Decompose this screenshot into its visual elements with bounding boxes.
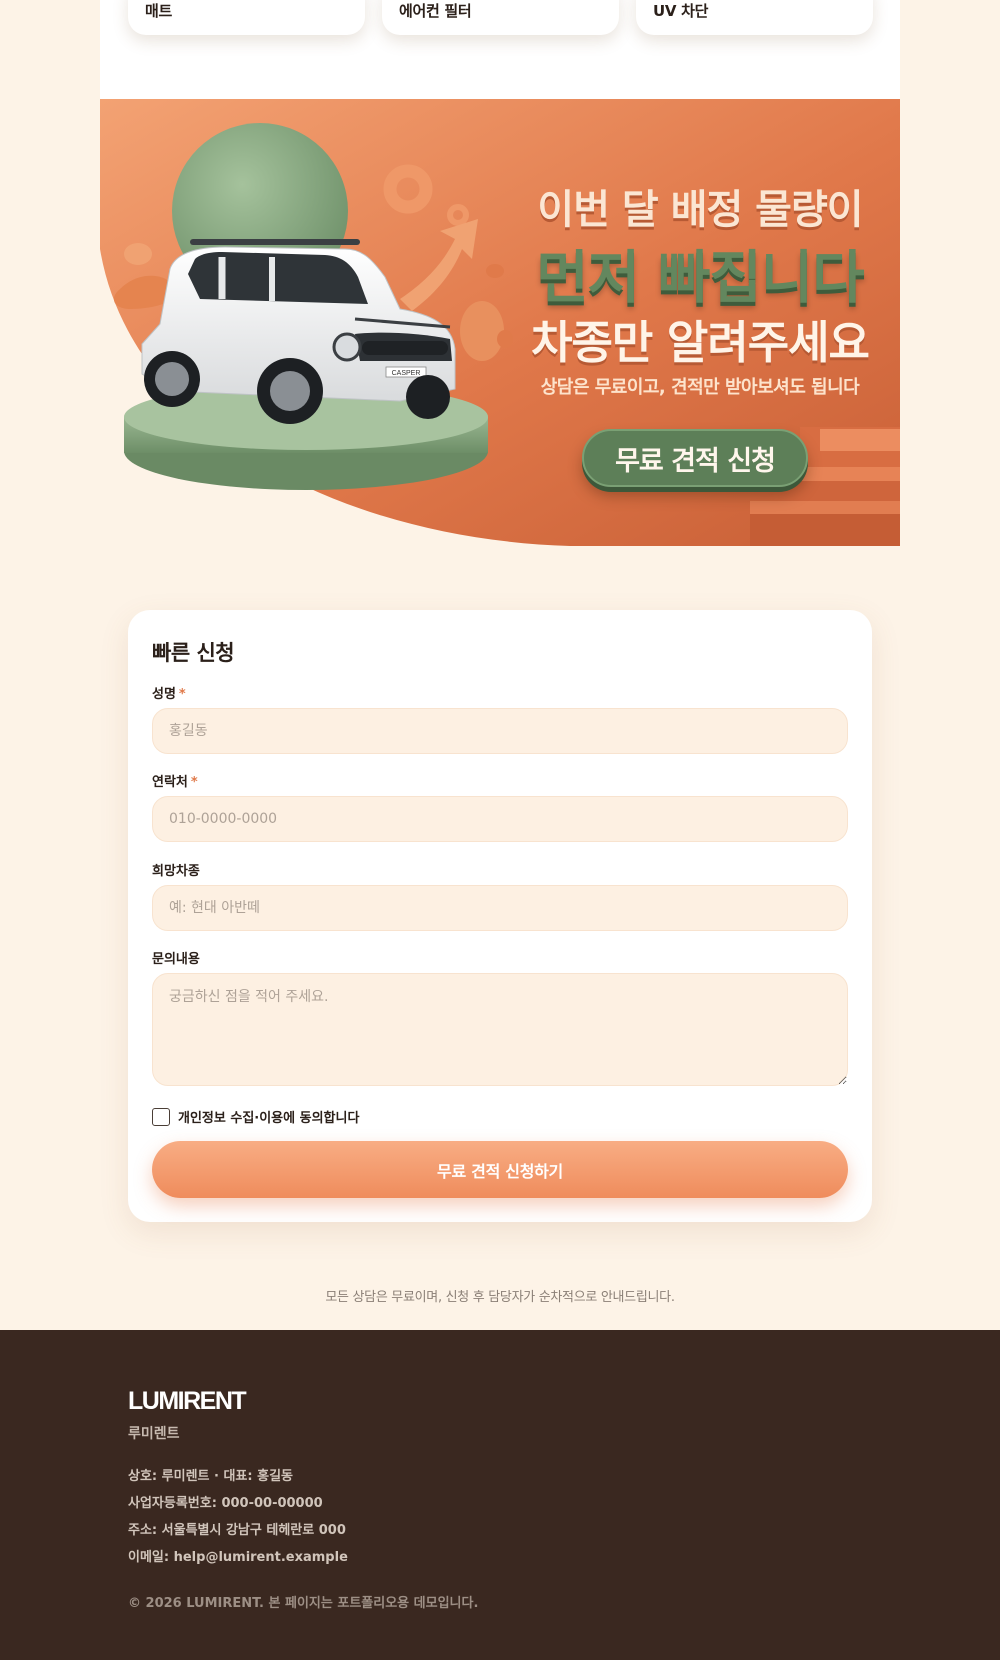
footer-brand-name: 루미렌트: [128, 1426, 180, 1442]
feature-label: 매트: [145, 2, 173, 20]
notice-text: 모든 상담은 무료이며, 신청 후 담당자가 순차적으로 안내드립니다.: [325, 1290, 675, 1305]
form-title: 빠른 신청: [152, 641, 235, 665]
car-label: 희망차종: [152, 864, 200, 879]
phone-input[interactable]: [152, 796, 848, 842]
feature-card-filter: 에어컨 필터: [382, 0, 619, 35]
footer-logo: LUMIRENT: [128, 1387, 247, 1415]
consent-row[interactable]: 개인정보 수집·이용에 동의합니다: [152, 1107, 359, 1126]
banner-headline-1: 이번 달 배정 물량이: [537, 187, 863, 233]
footer-copyright: © 2026 LUMIRENT. 본 페이지는 포트폴리오용 데모입니다.: [128, 1596, 479, 1611]
name-input[interactable]: [152, 708, 848, 754]
feature-card-uv: UV 차단: [636, 0, 873, 35]
quick-apply-form: 빠른 신청 성명* 연락처* 희망차종 문의내용 개인정보 수집·이용에 동의합…: [128, 610, 872, 1222]
phone-label: 연락처 *: [152, 771, 198, 790]
footer: LUMIRENT 루미렌트 상호: 루미렌트 · 대표: 홍길동 사업자등록번호…: [0, 1330, 1000, 1660]
banner-headline-3: 차종만 알려주세요: [531, 316, 870, 369]
phone-label-text: 연락처: [152, 775, 188, 790]
feature-card-mat: 매트: [128, 0, 365, 35]
car-plate: CASPER: [392, 370, 421, 377]
submit-button[interactable]: 무료 견적 신청하기: [152, 1141, 848, 1198]
feature-label: UV 차단: [653, 2, 709, 20]
message-textarea[interactable]: [152, 973, 848, 1086]
banner-headline-2: 먼저 빠집니다: [536, 245, 864, 311]
name-label: 성명 *: [152, 683, 186, 702]
banner-subtext: 상담은 무료이고, 견적만 받아보셔도 됩니다: [540, 377, 860, 398]
promo-banner[interactable]: CASPER 이번 달 배정 물량이 먼저 빠집니다 차종만 알려주세요 상담은…: [100, 99, 900, 546]
footer-email[interactable]: 이메일: help@lumirent.example: [128, 1546, 348, 1565]
footer-company: 상호: 루미렌트 · 대표: 홍길동: [128, 1469, 293, 1484]
feature-label: 에어컨 필터: [399, 2, 472, 20]
consent-checkbox[interactable]: [152, 1107, 170, 1126]
footer-address: 주소: 서울특별시 강남구 테헤란로 000: [128, 1523, 346, 1538]
car-input[interactable]: [152, 885, 848, 931]
required-mark: *: [178, 687, 186, 702]
banner-quote-button[interactable]: 무료 견적 신청: [582, 429, 808, 487]
name-label-text: 성명: [152, 687, 176, 702]
footer-business-number: 사업자등록번호: 000-00-00000: [128, 1496, 323, 1511]
message-label: 문의내용: [152, 952, 200, 967]
consent-label[interactable]: 개인정보 수집·이용에 동의합니다: [178, 1107, 359, 1126]
required-mark: *: [190, 775, 198, 790]
